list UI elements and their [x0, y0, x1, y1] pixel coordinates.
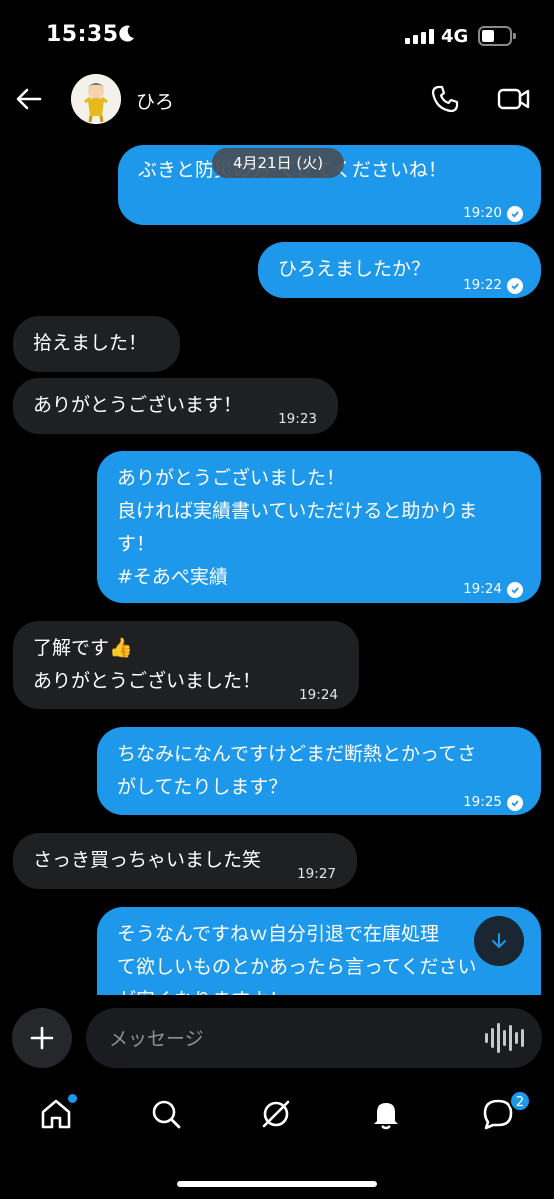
message-meta: 19:20 [463, 197, 523, 230]
message-time: 19:23 [278, 411, 317, 427]
message-time: 19:24 [299, 687, 338, 703]
attach-button[interactable] [12, 1008, 72, 1068]
status-bar: 15:35 4G [0, 0, 554, 70]
message-bubble-incoming[interactable]: ありがとうございます！ 19:23 [13, 378, 338, 434]
message-text-line: ありがとうございました！ [117, 467, 346, 489]
message-bubble-outgoing[interactable]: ありがとうございました！ 良ければ実績書いていただけると助かりま す！ #そあぺ… [97, 451, 541, 603]
message-time: 19:27 [297, 866, 336, 882]
message-time: 19:22 [463, 277, 502, 293]
message-bubble-incoming[interactable]: 拾えました！ [13, 316, 180, 372]
arrow-down-icon [492, 933, 506, 948]
message-bubble-outgoing[interactable]: ひろえましたか？ 19:22 [258, 242, 541, 298]
message-input[interactable]: メッセージ [86, 1008, 542, 1068]
message-text-line: ありがとうございました！ [33, 670, 262, 692]
battery-icon [478, 26, 516, 46]
date-separator: 4月21日 (火) [212, 148, 344, 178]
message-text-line: す！ [117, 533, 156, 555]
plus-icon [30, 1026, 54, 1050]
home-icon [41, 1099, 71, 1129]
search-icon [152, 1100, 181, 1129]
message-time: 19:25 [463, 794, 502, 810]
message-meta: 19:22 [463, 269, 523, 302]
read-check-icon [507, 794, 523, 811]
notification-dot [68, 1094, 77, 1103]
read-check-icon [507, 277, 523, 294]
message-text-line: 良ければ実績書いていただけると助かりま [117, 500, 478, 522]
avatar-illustration [71, 74, 121, 124]
read-check-icon [507, 205, 523, 222]
message-bubble-incoming[interactable]: さっき買っちゃいました笑 19:27 [13, 833, 357, 889]
message-text: ありがとうございます！ [33, 394, 243, 416]
message-meta: 19:23 [278, 403, 317, 436]
message-list[interactable]: ぶきと防災の方 てきてくださいね！ 19:20 4月21日 (火) ひろえました… [0, 135, 554, 995]
nav-search[interactable] [149, 1097, 183, 1131]
message-text-line: 了解です👍 [33, 637, 133, 659]
back-arrow-icon[interactable] [14, 84, 44, 114]
message-time: 19:24 [463, 581, 502, 597]
message-meta: 19:24 [299, 679, 338, 712]
message-text: さっき買っちゃいました笑 [33, 849, 262, 871]
message-text: 拾えました！ [33, 332, 148, 354]
moon-icon [119, 25, 134, 42]
chat-header: ひろ [0, 70, 554, 130]
message-bubble-incoming[interactable]: 了解です👍 ありがとうございました！ 19:24 [13, 621, 359, 709]
home-indicator [177, 1181, 377, 1187]
messages-badge: 2 [509, 1090, 531, 1112]
status-time: 15:35 [46, 22, 119, 47]
message-text-line: そうなんですねｗ自分引退で在庫処理 [117, 923, 440, 945]
message-bubble-outgoing[interactable]: ちなみになんですけどまだ断熱とかってさ がしてたりします？ 19:25 [97, 727, 541, 815]
bottom-nav: 2 [0, 1085, 554, 1155]
message-text-line: て欲しいものとかあったら言ってください [117, 956, 477, 978]
message-text-line: がしてたりします？ [117, 776, 288, 798]
nav-notifications[interactable] [369, 1097, 403, 1131]
signal-icon [405, 29, 434, 44]
read-check-icon [507, 581, 523, 598]
message-meta: 19:25 [463, 786, 523, 819]
scroll-to-bottom-button[interactable] [474, 916, 524, 966]
video-camera-icon[interactable] [497, 84, 531, 114]
network-type: 4G [441, 26, 469, 47]
composer: メッセージ [0, 1008, 554, 1070]
nav-home[interactable] [39, 1094, 77, 1131]
nav-spaces[interactable] [259, 1097, 293, 1131]
voice-wave-icon[interactable] [485, 1023, 524, 1053]
message-time: 19:20 [463, 205, 502, 221]
bell-icon [374, 1103, 398, 1130]
spaces-icon [262, 1100, 290, 1128]
nav-messages[interactable]: 2 [481, 1090, 531, 1131]
phone-icon[interactable] [430, 84, 460, 114]
message-bubble-outgoing[interactable]: そうなんですねｗ自分引退で在庫処理 て欲しいものとかあったら言ってください が安… [97, 907, 541, 995]
message-text-line: が安くなりますよ！ [117, 984, 521, 995]
message-meta: 19:24 [463, 573, 523, 606]
contact-name[interactable]: ひろ [136, 87, 174, 114]
message-input-placeholder: メッセージ [109, 1028, 204, 1050]
message-meta: 19:27 [297, 858, 336, 891]
message-text-line: #そあぺ実績 [117, 566, 228, 588]
avatar[interactable] [71, 74, 121, 124]
message-text-line: ちなみになんですけどまだ断熱とかってさ [117, 743, 477, 765]
